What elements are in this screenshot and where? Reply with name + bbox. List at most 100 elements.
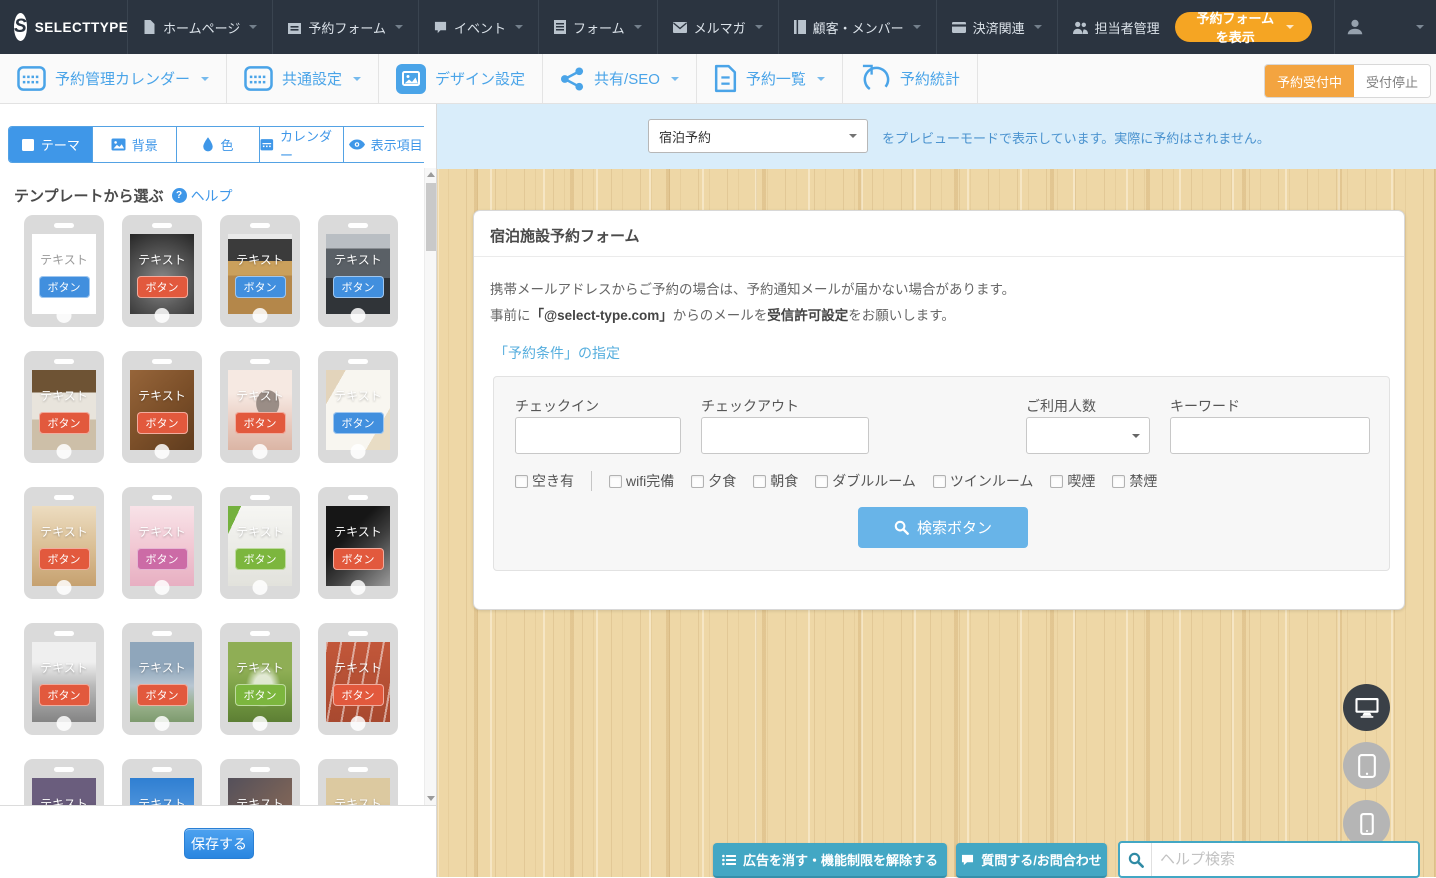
checkbox-icon[interactable]: [933, 475, 946, 488]
scroll-down-arrow-icon[interactable]: [425, 792, 437, 805]
template-thumbnail[interactable]: テキスト ボタン: [220, 759, 300, 805]
help-search-input[interactable]: [1152, 851, 1418, 868]
toolbar-item-reservation-stats[interactable]: 予約統計: [843, 54, 978, 103]
tab-background[interactable]: 背景: [92, 127, 176, 162]
phone-home-button-icon: [351, 308, 366, 323]
scroll-up-arrow-icon[interactable]: [425, 168, 437, 181]
template-thumbnail[interactable]: テキスト ボタン: [318, 351, 398, 463]
toolbar-item-share-seo[interactable]: 共有/SEO: [543, 54, 697, 103]
brand-name: SELECTTYPE: [35, 20, 129, 35]
nav-item-form[interactable]: フォーム: [538, 0, 657, 54]
checkbox-icon[interactable]: [753, 475, 766, 488]
guests-select[interactable]: [1026, 417, 1150, 454]
template-thumbnail[interactable]: テキスト ボタン: [122, 215, 202, 327]
tab-calendar[interactable]: カレンダー: [259, 127, 343, 162]
filter-checkbox[interactable]: 朝食: [753, 471, 798, 491]
filter-checkbox[interactable]: 禁煙: [1112, 471, 1157, 491]
tab-theme[interactable]: テーマ: [9, 127, 92, 162]
checkbox-icon[interactable]: [1112, 475, 1125, 488]
nav-item-newsletter[interactable]: メルマガ: [657, 0, 778, 54]
toolbar-item-reservation-calendar[interactable]: 予約管理カレンダー: [0, 54, 227, 103]
phone-home-button-icon: [57, 580, 72, 595]
tab-display-items[interactable]: 表示項目: [343, 127, 424, 162]
template-thumbnail[interactable]: テキスト ボタン: [122, 759, 202, 805]
toolbar-item-label: デザイン設定: [435, 68, 525, 89]
checkout-input[interactable]: [701, 417, 869, 454]
template-thumbnail[interactable]: テキスト ボタン: [122, 351, 202, 463]
checkin-input[interactable]: [515, 417, 681, 454]
checkbox-icon[interactable]: [815, 475, 828, 488]
speech-bubble-icon: [961, 854, 974, 866]
template-thumbnail[interactable]: テキスト ボタン: [24, 487, 104, 599]
checkbox-label: 喫煙: [1067, 471, 1095, 491]
template-screen: テキスト ボタン: [228, 234, 292, 314]
filter-checkbox[interactable]: 喫煙: [1050, 471, 1095, 491]
sidebar-scrollbar[interactable]: [424, 168, 436, 805]
phone-home-button-icon: [253, 580, 268, 595]
save-button[interactable]: 保存する: [184, 828, 254, 859]
filter-checkbox[interactable]: 空き有: [515, 471, 592, 491]
toolbar-item-reservation-list[interactable]: 予約一覧: [697, 54, 843, 103]
contact-label: 質問する/お問合わせ: [981, 850, 1102, 869]
nav-item-event[interactable]: イベント: [418, 0, 538, 54]
checkbox-icon[interactable]: [691, 475, 704, 488]
template-thumbnail[interactable]: テキスト ボタン: [318, 759, 398, 805]
template-thumbnail[interactable]: テキスト ボタン: [318, 487, 398, 599]
template-thumbnail[interactable]: テキスト ボタン: [220, 623, 300, 735]
tab-color[interactable]: 色: [176, 127, 260, 162]
filter-checkbox[interactable]: wifi完備: [609, 471, 674, 491]
preview-form-select[interactable]: 宿泊予約: [648, 119, 868, 153]
nav-item-customers[interactable]: 顧客・メンバー: [778, 0, 936, 54]
nav-item-reservation-form[interactable]: 予約フォーム: [272, 0, 418, 54]
template-thumbnail[interactable]: テキスト ボタン: [220, 487, 300, 599]
form-title: 宿泊施設予約フォーム: [490, 225, 640, 246]
scrollbar-thumb[interactable]: [426, 183, 436, 251]
template-thumbnail[interactable]: テキスト ボタン: [220, 215, 300, 327]
app-logo[interactable]: S SELECTTYPE: [0, 0, 127, 54]
caret-down-icon: [353, 77, 361, 81]
device-tablet-button[interactable]: [1343, 742, 1390, 789]
template-thumbnail[interactable]: テキスト ボタン: [24, 759, 104, 805]
template-button-label: ボタン: [39, 684, 90, 706]
status-stopped-button[interactable]: 受付停止: [1354, 65, 1430, 97]
checkbox-label: 空き有: [532, 471, 574, 491]
show-reservation-form-button[interactable]: 予約フォームを表示: [1175, 12, 1312, 42]
reservation-condition-link[interactable]: 「予約条件」の指定: [494, 343, 620, 363]
filter-checkbox[interactable]: ツインルーム: [933, 471, 1034, 491]
search-button[interactable]: 検索ボタン: [858, 507, 1028, 548]
toolbar-item-design-settings[interactable]: デザイン設定: [379, 54, 543, 103]
nav-item-staff[interactable]: 担当者管理: [1057, 0, 1175, 54]
help-link[interactable]: ヘルプ: [172, 186, 233, 206]
template-thumbnail[interactable]: テキスト ボタン: [24, 623, 104, 735]
template-thumbnail[interactable]: テキスト ボタン: [318, 215, 398, 327]
template-button-label: ボタン: [333, 548, 384, 570]
template-text-label: テキスト: [138, 795, 186, 806]
toolbar-item-common-settings[interactable]: 共通設定: [227, 54, 379, 103]
template-thumbnail[interactable]: テキスト ボタン: [122, 623, 202, 735]
phone-home-button-icon: [351, 580, 366, 595]
filter-checkbox[interactable]: 夕食: [691, 471, 736, 491]
template-thumbnail[interactable]: テキスト ボタン: [24, 215, 104, 327]
notice-line-2-pre: 事前に: [490, 308, 531, 323]
keyword-input[interactable]: [1170, 417, 1370, 454]
remove-ads-button[interactable]: 広告を消す・機能制限を解除する: [713, 843, 947, 878]
checkbox-icon[interactable]: [1050, 475, 1063, 488]
device-desktop-button[interactable]: [1343, 684, 1390, 731]
checkin-label: チェックイン: [515, 396, 599, 416]
preview-wood-background: 宿泊施設予約フォーム 携帯メールアドレスからご予約の場合は、予約通知メールが届か…: [437, 169, 1436, 877]
nav-item-homepage[interactable]: ホームページ: [127, 0, 272, 54]
template-thumbnail[interactable]: テキスト ボタン: [24, 351, 104, 463]
status-accepting-button[interactable]: 予約受付中: [1265, 65, 1354, 97]
user-menu[interactable]: [1334, 0, 1436, 54]
filter-checkbox[interactable]: ダブルルーム: [815, 471, 916, 491]
nav-item-payment[interactable]: 決済関連: [936, 0, 1057, 54]
caret-down-icon: [1132, 434, 1140, 438]
checkbox-icon[interactable]: [515, 475, 528, 488]
template-thumbnail[interactable]: テキスト ボタン: [220, 351, 300, 463]
template-thumbnail[interactable]: テキスト ボタン: [318, 623, 398, 735]
device-phone-button[interactable]: [1343, 800, 1390, 847]
book-icon: [794, 20, 806, 34]
template-thumbnail[interactable]: テキスト ボタン: [122, 487, 202, 599]
contact-button[interactable]: 質問する/お問合わせ: [956, 843, 1107, 878]
checkbox-icon[interactable]: [609, 475, 622, 488]
